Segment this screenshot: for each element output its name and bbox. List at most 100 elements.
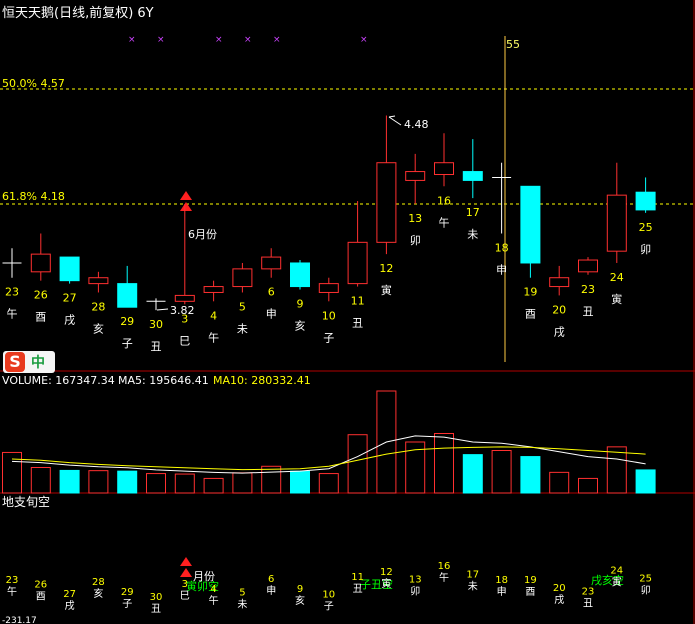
day-label-9: 9 xyxy=(297,298,304,311)
ind-day-9: 9 xyxy=(297,584,303,595)
ind-day-6: 6 xyxy=(268,574,274,585)
day-label-18: 18 xyxy=(495,241,509,254)
ind-branch-10: 子 xyxy=(324,601,334,613)
volume-bar-8 xyxy=(232,472,253,494)
ind-day-4: 4 xyxy=(210,584,216,595)
ind-branch-30: 丑 xyxy=(151,604,161,615)
volume-bar-16 xyxy=(462,454,483,494)
ind-branch-24: 寅 xyxy=(612,576,622,589)
vertical-line-label: 55 xyxy=(506,38,520,51)
candle-body-27 xyxy=(59,256,80,282)
ind-branch-29: 子 xyxy=(122,598,132,610)
month-mark: 6月份 xyxy=(188,228,217,241)
cross-marker-5: × xyxy=(360,35,368,45)
volume-bar-11 xyxy=(318,473,339,494)
candle-body-28 xyxy=(88,277,109,285)
ind-branch-6: 申 xyxy=(266,584,276,597)
candle-body-26 xyxy=(30,253,51,273)
day-label-24: 24 xyxy=(610,271,624,284)
ind-branch-3: 巳 xyxy=(180,590,190,602)
volume-bar-6 xyxy=(174,473,195,494)
indicator-bottom-value: -231.17 xyxy=(2,616,37,624)
volume-bar-20 xyxy=(578,477,598,494)
candle-body-19 xyxy=(520,185,541,264)
day-label-11: 11 xyxy=(351,295,365,308)
input-method-badge[interactable]: S 中 xyxy=(3,351,55,373)
candle-body-4 xyxy=(203,286,224,293)
indicator-title: 地支旬空 xyxy=(2,495,50,509)
branch-label-6: 申 xyxy=(266,308,277,321)
ind-day-3: 3 xyxy=(182,579,188,590)
candle-body-24 xyxy=(606,194,627,252)
branch-label-24: 寅 xyxy=(611,292,622,306)
day-label-27: 27 xyxy=(63,292,77,305)
volume-bar-9 xyxy=(261,465,282,494)
candle-body-16 xyxy=(434,162,454,176)
volume-bar-12 xyxy=(347,434,368,494)
volume-bar-5 xyxy=(146,473,166,494)
candle-body-17 xyxy=(462,171,483,181)
volume-bar-22 xyxy=(635,469,656,494)
branch-label-20: 戌 xyxy=(554,325,565,338)
ind-branch-17: 未 xyxy=(468,581,478,593)
candle-body-25 xyxy=(635,191,656,211)
ind-branch-25: 卯 xyxy=(641,585,651,597)
volume-bar-0 xyxy=(2,451,22,494)
day-label-6: 6 xyxy=(268,286,275,299)
volume-bar-4 xyxy=(117,470,138,494)
branch-label-4: 午 xyxy=(208,331,219,344)
ind-branch-20: 戌 xyxy=(554,593,564,606)
ime-mode-label: 中 xyxy=(31,355,45,371)
branch-label-16: 午 xyxy=(439,216,450,229)
ind-day-11: 11 xyxy=(351,572,364,583)
candle-body-12 xyxy=(376,162,397,243)
ind-day-12: 12 xyxy=(380,567,393,578)
ind-branch-13: 卯 xyxy=(410,585,420,597)
candlestick-chart[interactable]: 恒天天鹅(日线,前复权) 6Y 50.0% 4.57 61.8% 4.18 55… xyxy=(0,0,695,624)
branch-label-5: 未 xyxy=(237,322,248,335)
volume-bar-19 xyxy=(549,471,570,494)
ind-day-16: 16 xyxy=(438,561,451,572)
branch-label-29: 子 xyxy=(122,337,133,350)
ma5-value: MA5: 195646.41 xyxy=(118,374,209,387)
volume-bar-2 xyxy=(59,469,80,494)
candle-body-5 xyxy=(232,268,253,288)
volume-bar-17 xyxy=(491,450,512,494)
day-label-16: 16 xyxy=(437,194,451,207)
ind-branch-11: 丑 xyxy=(353,584,363,595)
ind-day-30: 30 xyxy=(150,592,163,603)
day-label-3: 3 xyxy=(181,312,188,325)
day-label-30: 30 xyxy=(149,318,163,331)
day-label-17: 17 xyxy=(466,206,480,219)
ind-branch-4: 午 xyxy=(209,594,219,607)
indicator-month-mark: 月份 xyxy=(193,570,215,583)
day-label-23: 23 xyxy=(5,286,19,299)
day-label-28: 28 xyxy=(91,300,105,313)
branch-label-13: 卯 xyxy=(410,234,421,247)
ind-branch-12: 寅 xyxy=(381,577,391,590)
branch-label-23: 午 xyxy=(7,308,18,321)
day-label-25: 25 xyxy=(639,221,653,234)
ind-branch-19: 酉 xyxy=(525,587,535,598)
day-label-20: 20 xyxy=(552,303,566,316)
ind-branch-26: 酉 xyxy=(36,592,46,603)
day-label-23: 23 xyxy=(581,283,595,296)
branch-label-17: 未 xyxy=(467,228,478,241)
candle-body-20 xyxy=(549,277,570,288)
ind-day-20: 20 xyxy=(553,583,566,594)
ind-day-13: 13 xyxy=(409,574,422,585)
ind-day-23: 23 xyxy=(582,586,595,597)
volume-bar-3 xyxy=(88,470,109,494)
ind-day-25: 25 xyxy=(639,574,652,585)
branch-label-18: 申 xyxy=(496,263,507,276)
volume-bar-7 xyxy=(203,477,224,494)
ind-branch-28: 亥 xyxy=(93,587,103,600)
branch-label-10: 子 xyxy=(323,331,334,344)
volume-bar-10 xyxy=(290,470,310,494)
volume-bar-21 xyxy=(606,446,627,494)
volume-value: VOLUME: 167347.34 xyxy=(2,374,115,387)
volume-bar-18 xyxy=(520,456,541,494)
ind-day-10: 10 xyxy=(322,590,335,601)
volume-bar-1 xyxy=(30,467,51,494)
cross-marker-4: × xyxy=(273,35,281,45)
